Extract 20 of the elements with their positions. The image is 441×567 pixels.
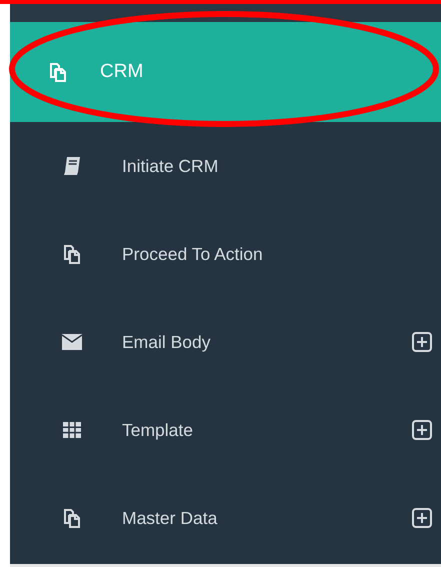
documents-icon <box>62 243 82 265</box>
menu-label: Proceed To Action <box>122 244 264 264</box>
menu-label: Master Data <box>122 508 218 528</box>
submenu-item[interactable]: Template <box>10 386 441 474</box>
menu-label: Email Body <box>122 332 212 352</box>
expand-icon[interactable] <box>412 508 432 528</box>
menu-label: Initiate CRM <box>122 156 220 176</box>
submenu-item[interactable]: Initiate CRM <box>10 122 441 210</box>
book-icon <box>62 156 82 176</box>
envelope-icon <box>62 334 82 350</box>
menu-label: CRM <box>100 61 144 83</box>
documents-icon <box>62 507 82 529</box>
documents-icon <box>48 61 68 83</box>
submenu-item[interactable]: Proceed To Action <box>10 210 441 298</box>
submenu-item[interactable]: Master Data <box>10 474 441 562</box>
expand-icon[interactable] <box>412 420 432 440</box>
submenu-item[interactable]: Email Body <box>10 298 441 386</box>
menu-label: Template <box>122 420 194 440</box>
grid-icon <box>62 422 82 438</box>
expand-icon[interactable] <box>412 332 432 352</box>
